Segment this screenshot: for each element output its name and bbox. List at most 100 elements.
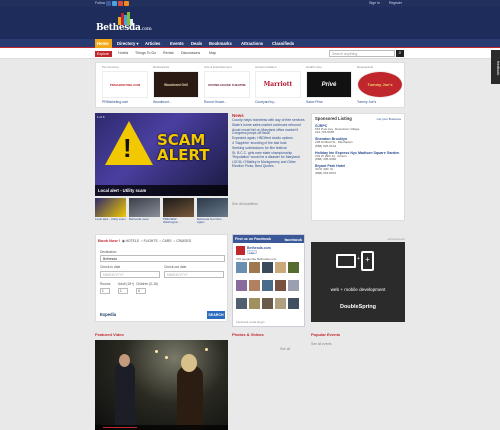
radio-hotels[interactable]: ◉ HOTELS [122, 239, 139, 243]
news-item[interactable]: LSCM, O'Malley in Montgomery and Other E… [232, 160, 305, 169]
nav-deals[interactable]: Deals [191, 41, 202, 46]
nav-classifieds[interactable]: Classifieds [272, 41, 294, 46]
adult-label: Adult (18+) [118, 282, 135, 286]
facebook-like-button[interactable]: Like [247, 250, 257, 255]
sponsor-name[interactable]: Courtyard by... [255, 100, 276, 104]
nav-articles[interactable]: Articles [145, 41, 160, 46]
radio-cars[interactable]: ○ CARS [159, 239, 171, 243]
nav-directory[interactable]: Directory ▾ [117, 41, 139, 46]
feedback-tab[interactable]: feedback [491, 50, 500, 84]
facebook-widget: facebook Find us on Facebook Bethesda.co… [232, 234, 305, 327]
listing-entry: Holiday Inn Express Nyc Madison Square G… [315, 151, 401, 162]
sponsor-card[interactable]: Arts & Entertainment ROUND HOUSE THEATRE… [204, 65, 252, 107]
sponsor-logo: Marriott [255, 71, 301, 98]
sponsor-name[interactable]: Round House... [204, 100, 227, 104]
booking-widget: Book Now ! ◉ HOTELS ○ FLIGHTS ○ CARS ○ C… [95, 234, 228, 322]
children-select[interactable]: 0 [136, 288, 146, 294]
site-logo[interactable]: Bethesda.com [96, 9, 166, 37]
thumbnail[interactable] [163, 198, 194, 217]
sign-in-link[interactable]: Sign In [369, 1, 380, 5]
subnav-rental[interactable]: Rental [163, 51, 173, 55]
facebook-fan-avatar[interactable] [262, 280, 273, 291]
news-item[interactable]: Avoid crowd fail on Maryland office mark… [232, 128, 305, 137]
sponsor-name[interactable]: Tommy Joe's [357, 100, 376, 104]
sponsor-name[interactable]: Woodmont... [153, 100, 172, 104]
sponsor-name[interactable]: Salon Prive [306, 100, 323, 104]
video-progress-bar[interactable] [95, 425, 228, 430]
adult-select[interactable]: 1 [118, 288, 128, 294]
twitter-icon[interactable] [112, 1, 117, 6]
subnav-discussions[interactable]: Discussions [181, 51, 200, 55]
rss-icon[interactable] [124, 1, 129, 6]
subnav-things-to-do[interactable]: Things To Do [135, 51, 156, 55]
facebook-fan-avatar[interactable] [249, 262, 260, 273]
rooms-select[interactable]: 1 [100, 288, 110, 294]
facebook-icon[interactable] [106, 1, 111, 6]
sponsor-card[interactable]: Health Care Privé Salon Prive [306, 65, 354, 107]
destination-input[interactable]: Bethesda [100, 255, 225, 262]
google-plus-icon[interactable] [118, 1, 123, 6]
sponsor-card[interactable]: Accommodation Marriott Courtyard by... [255, 65, 303, 107]
facebook-fan-avatar[interactable] [262, 298, 273, 309]
facebook-plugin-label: Facebook social plugin [236, 320, 265, 324]
thumbnail-label[interactable]: PREVIEW: Washington... [163, 217, 194, 225]
hero-slideshow[interactable]: ! SCAM ALERT 1 of 6 Local alert - Utilit… [95, 113, 228, 196]
thumbnail-label[interactable]: Bethesda news [129, 217, 160, 221]
facebook-fan-avatar[interactable] [249, 298, 260, 309]
ad-label: advertisement [387, 237, 405, 241]
facebook-fan-avatar[interactable] [249, 280, 260, 291]
subnav-hotels[interactable]: Hotels [118, 51, 128, 55]
sub-nav: Explore Hotels Things To Do Rental Discu… [0, 48, 500, 59]
thumbnail-label[interactable]: Local alert - Utility scam [95, 217, 126, 221]
facebook-fan-avatar[interactable] [262, 262, 273, 273]
advertisement[interactable]: + + web + mobile development DoubleSprin… [311, 242, 405, 322]
thumbnail[interactable] [95, 198, 126, 217]
thumbnail-label[interactable]: Bethesda Not Ours Again [197, 217, 228, 225]
checkout-date-input[interactable]: MM/DD/YYYY [164, 271, 224, 278]
sponsor-card[interactable]: Restaurants Woodmont Grill Woodmont... [153, 65, 201, 107]
sponsor-card[interactable]: Restaurants Tommy Joe's Tommy Joe's [357, 65, 405, 107]
list-your-business-link[interactable]: List your Business [377, 117, 401, 121]
subnav-map[interactable]: Map [209, 51, 216, 55]
nav-attractions[interactable]: Attractions [241, 41, 263, 46]
checkin-date-input[interactable]: MM/DD/YYYY [100, 271, 160, 278]
destination-label: Destination [100, 250, 117, 254]
nav-events[interactable]: Events [170, 41, 184, 46]
facebook-fan-avatar[interactable] [288, 262, 299, 273]
search-button[interactable]: ⌕ [396, 50, 404, 57]
listing-phone: (888) 625-5144 [315, 143, 337, 148]
facebook-fan-avatar[interactable] [236, 298, 247, 309]
news-item[interactable]: Seeking submissions for film festival [232, 146, 305, 151]
radio-flights[interactable]: ○ FLIGHTS [141, 239, 158, 243]
featured-video-player[interactable] [95, 340, 228, 430]
thumbnail[interactable] [197, 198, 228, 217]
subnav-explore[interactable]: Explore [95, 51, 112, 57]
exclamation-icon: ! [123, 133, 132, 163]
facebook-fan-avatar[interactable] [275, 262, 286, 273]
register-link[interactable]: Register [389, 1, 402, 5]
thumbnail[interactable] [129, 198, 160, 217]
see-all-photos-link[interactable]: See all [280, 347, 290, 351]
facebook-fan-avatar[interactable] [275, 280, 286, 291]
facebook-fan-avatar[interactable] [288, 280, 299, 291]
search-input[interactable]: Search anything [329, 50, 395, 57]
see-all-headlines-link[interactable]: See all headlines [232, 202, 258, 206]
phone-icon: + [361, 251, 374, 271]
sponsor-name[interactable]: PRMarketing.com [102, 100, 128, 104]
top-bar: Follow Sign In Register [0, 0, 500, 7]
facebook-brand[interactable]: facebook [284, 237, 302, 242]
see-all-events-link[interactable]: See all events [311, 342, 332, 346]
sponsor-card[interactable]: Pet Services PRMARKETING.COM PRMarketing… [102, 65, 150, 107]
sponsor-category: Health Care [306, 65, 323, 69]
hero-caption[interactable]: Local alert - Utility scam [95, 185, 228, 196]
booking-search-button[interactable]: SEARCH [207, 311, 225, 319]
facebook-fan-avatar[interactable] [236, 280, 247, 291]
facebook-page-avatar[interactable] [236, 246, 245, 255]
facebook-fan-avatar[interactable] [275, 298, 286, 309]
radio-cruises[interactable]: ○ CRUISES [173, 239, 191, 243]
facebook-fan-avatar[interactable] [288, 298, 299, 309]
facebook-fan-avatar[interactable] [236, 262, 247, 273]
featured-video-title: Featured Video [95, 332, 124, 337]
nav-home[interactable]: Home [95, 39, 112, 48]
nav-bookmarks[interactable]: Bookmarks [209, 41, 232, 46]
